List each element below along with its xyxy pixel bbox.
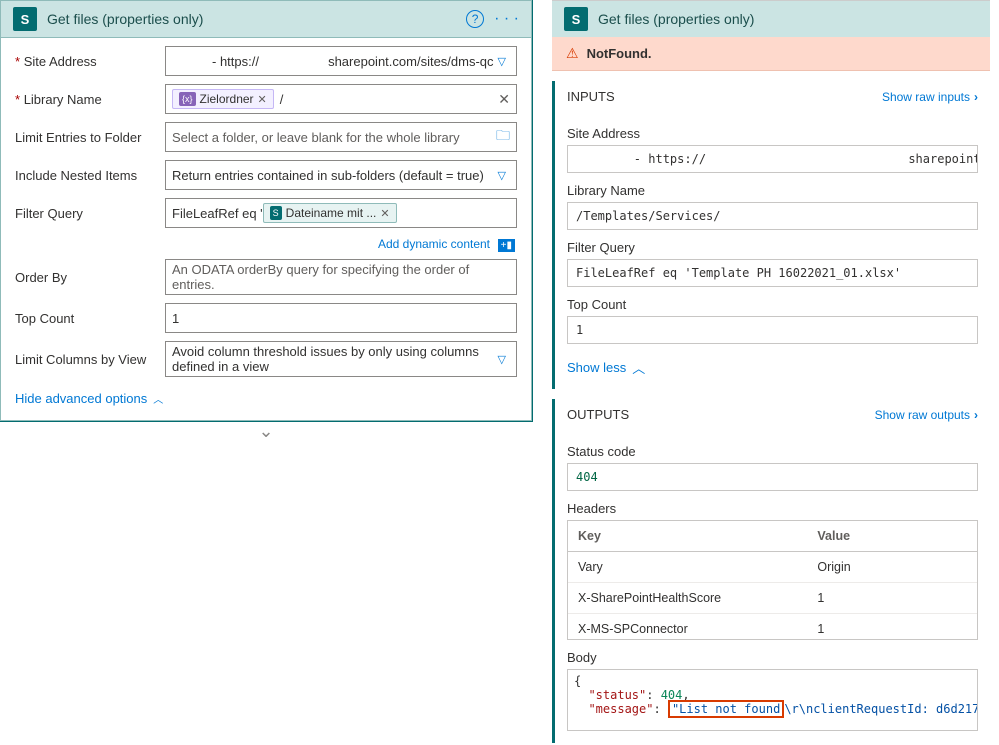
filter-query-input[interactable]: FileLeafRef eq ' S Dateiname mit ... ✕: [165, 198, 517, 228]
token-remove-icon[interactable]: ✕: [380, 207, 389, 220]
chevron-right-icon: ›: [974, 90, 978, 104]
outputs-section: OUTPUTS Show raw outputs› Status code 40…: [552, 399, 990, 743]
label-top-count: Top Count: [15, 311, 165, 326]
warning-icon: ⚠: [566, 45, 579, 62]
chevron-right-icon: ›: [974, 408, 978, 422]
limit-folder-input[interactable]: Select a folder, or leave blank for the …: [165, 122, 517, 152]
error-banner: ⚠ NotFound.: [552, 37, 990, 71]
table-row: X-MS-SPConnector 1: [568, 614, 977, 640]
more-icon[interactable]: · · ·: [494, 10, 519, 28]
value-library-name[interactable]: /Templates/Services/: [567, 202, 978, 230]
sharepoint-icon: S: [564, 7, 588, 31]
value-filter-query[interactable]: FileLeafRef eq 'Template PH 16022021_01.…: [567, 259, 978, 287]
value-top-count[interactable]: 1: [567, 316, 978, 344]
order-by-input[interactable]: An ODATA orderBy query for specifying th…: [165, 259, 517, 295]
chevron-down-icon[interactable]: ▽: [494, 169, 510, 182]
token-dateiname[interactable]: S Dateiname mit ... ✕: [263, 203, 397, 223]
inputs-section: INPUTS Show raw inputs› Site Address - h…: [552, 81, 990, 389]
action-title: Get files (properties only): [47, 11, 456, 27]
label-top-count: Top Count: [567, 297, 978, 312]
label-limit-folder: Limit Entries to Folder: [15, 130, 165, 145]
connector-arrow-icon: ⌄: [0, 421, 532, 439]
label-library-name: * Library Name: [15, 92, 165, 107]
headers-table[interactable]: Key Value Vary Origin X-SharePointHealth…: [567, 520, 978, 640]
label-site-address: * Site Address: [15, 54, 165, 69]
clear-icon[interactable]: ✕: [498, 91, 510, 108]
site-address-input[interactable]: - https:// sharepoint.com/sites/dms-qc ▽: [165, 46, 517, 76]
show-less-link[interactable]: Show less︿: [567, 358, 645, 377]
dynamic-content-plus-icon[interactable]: +▮: [498, 239, 515, 252]
run-title: Get files (properties only): [598, 11, 978, 27]
label-filter-query: Filter Query: [15, 206, 165, 221]
chevron-down-icon[interactable]: ▽: [494, 55, 510, 68]
table-row: Vary Origin: [568, 552, 977, 583]
table-row: X-SharePointHealthScore 1: [568, 583, 977, 614]
value-status-code[interactable]: 404: [567, 463, 978, 491]
inputs-title: INPUTS: [567, 89, 882, 104]
table-header: Key Value: [568, 521, 977, 552]
chevron-up-icon: ︿: [632, 358, 645, 377]
action-body: * Site Address - https:// sharepoint.com…: [0, 38, 532, 421]
limit-columns-input[interactable]: Avoid column threshold issues by only us…: [165, 341, 517, 377]
value-site-address[interactable]: - https:// sharepoint.com/sites/dms-qc: [567, 145, 978, 173]
include-nested-input[interactable]: Return entries contained in sub-folders …: [165, 160, 517, 190]
chevron-down-icon[interactable]: ▽: [494, 353, 510, 366]
label-headers: Headers: [567, 501, 978, 516]
hide-advanced-link[interactable]: Hide advanced options ︿: [15, 391, 163, 406]
help-icon[interactable]: ?: [466, 10, 484, 28]
outputs-title: OUTPUTS: [567, 407, 875, 422]
sharepoint-icon: S: [13, 7, 37, 31]
token-remove-icon[interactable]: ✕: [258, 93, 267, 106]
run-header[interactable]: S Get files (properties only): [552, 0, 990, 37]
action-header[interactable]: S Get files (properties only) ? · · ·: [0, 0, 532, 38]
add-dynamic-content-link[interactable]: Add dynamic content: [378, 237, 490, 251]
library-name-input[interactable]: {x} Zielordner ✕ / ✕: [165, 84, 517, 114]
label-order-by: Order By: [15, 270, 165, 285]
show-raw-outputs-link[interactable]: Show raw outputs›: [875, 408, 978, 422]
label-status-code: Status code: [567, 444, 978, 459]
error-text: NotFound.: [587, 46, 652, 61]
variable-icon: {x}: [179, 92, 196, 106]
value-body[interactable]: { "status": 404, "message": "List not fo…: [567, 669, 978, 731]
label-limit-columns: Limit Columns by View: [15, 352, 165, 367]
label-library-name: Library Name: [567, 183, 978, 198]
show-raw-inputs-link[interactable]: Show raw inputs›: [882, 90, 978, 104]
token-zielordner[interactable]: {x} Zielordner ✕: [172, 89, 274, 109]
sharepoint-token-icon: S: [270, 206, 282, 220]
label-site-address: Site Address: [567, 126, 978, 141]
folder-icon[interactable]: 🗀: [496, 125, 510, 149]
label-body: Body: [567, 650, 978, 665]
chevron-up-icon: ︿: [153, 391, 163, 406]
label-include-nested: Include Nested Items: [15, 168, 165, 183]
top-count-input[interactable]: 1: [165, 303, 517, 333]
label-filter-query: Filter Query: [567, 240, 978, 255]
